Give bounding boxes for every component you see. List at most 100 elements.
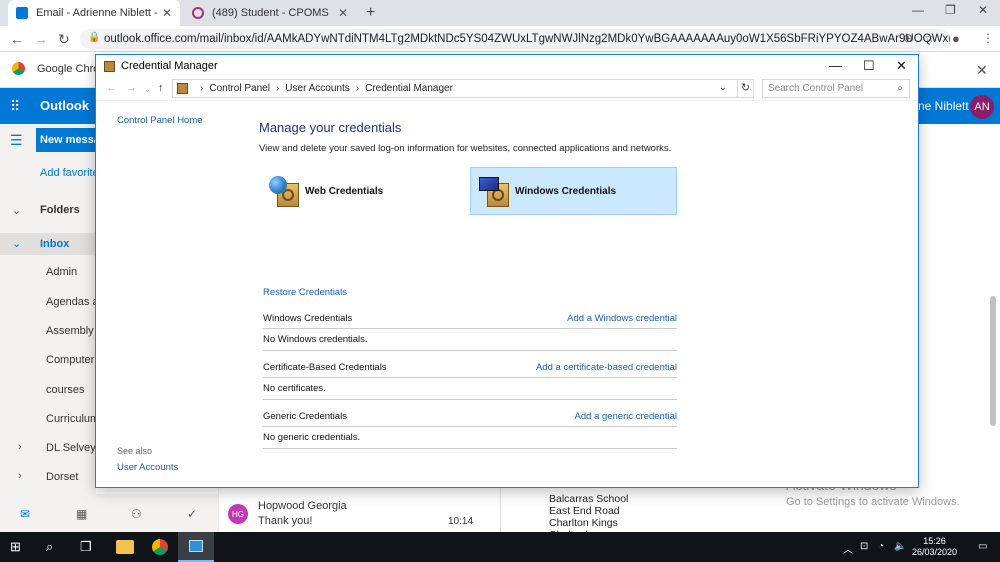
notifications-icon[interactable]: ▭ [978,541,987,552]
address-line: East End Road [549,505,620,517]
chevron-right-icon[interactable]: › [18,441,22,453]
control-panel-home-link[interactable]: Control Panel Home [117,115,203,126]
folder-item[interactable]: Assembly [46,325,102,337]
close-tab-icon[interactable]: ✕ [162,6,172,20]
taskbar: ⊞ ⌕ ❐ ︿ ⊡ ◔ 🔈 15:26 26/03/2020 ▭ [0,532,1000,562]
todo-check-icon[interactable]: ✓ [187,507,197,521]
maximize-icon[interactable]: ☐ [863,58,875,74]
sidebar-item-inbox[interactable]: ⌄ Inbox [0,233,96,255]
reload-icon[interactable]: ↻ [58,31,70,48]
window-titlebar: Credential Manager [96,55,918,77]
wifi-icon[interactable]: ◔ [878,541,884,552]
refresh-icon[interactable]: ↻ [738,79,754,98]
minimize-icon[interactable]: — [829,58,842,73]
task-view-icon[interactable]: ❐ [80,539,92,555]
bookmark-google-chrome[interactable]: Google Chrome [12,62,95,75]
tab-cpoms[interactable]: (489) Student - CPOMS ✕ [184,0,356,26]
folder-item[interactable]: Admin [46,266,102,278]
folders-label[interactable]: Folders [40,204,96,216]
recent-chevron-icon[interactable]: ⌄ [144,85,151,94]
new-message-button[interactable]: New message [36,128,96,152]
breadcrumb-item[interactable]: Control Panel [209,83,270,94]
minimize-icon[interactable]: — [912,3,924,17]
folder-item[interactable]: Computer [46,354,102,366]
calendar-icon[interactable]: ▦ [76,507,87,521]
restore-icon[interactable]: ❐ [945,3,956,17]
folder-item[interactable]: Curriculum [46,413,102,425]
search-icon[interactable]: ⌕ [46,539,53,555]
breadcrumb-item[interactable]: Credential Manager [365,83,453,94]
profile-icon[interactable]: ● [952,31,960,46]
section-empty-text: No certificates. [263,378,677,400]
chevron-right-icon[interactable]: › [18,470,22,482]
message-time: 10:14 [448,516,474,527]
folder-item[interactable]: courses [46,384,102,396]
add-generic-credential-link[interactable]: Add a generic credential [575,411,677,422]
back-icon[interactable]: ← [10,31,24,47]
close-tab-icon[interactable]: ✕ [338,6,348,20]
forward-icon[interactable]: → [126,82,137,94]
volume-icon[interactable]: 🔈 [894,541,906,552]
section-empty-text: No generic credentials. [263,427,677,449]
folder-item[interactable]: Agendas and Minutes [46,296,102,308]
add-icon[interactable]: ⊕ [903,31,913,45]
address-bar[interactable]: 🔒 outlook.office.com/mail/inbox/id/AAMkA… [80,29,950,49]
chevron-down-icon[interactable]: ⌄ [12,204,21,217]
windows-start-icon[interactable]: ⊞ [10,539,21,555]
outlook-brand: Outlook [40,98,90,113]
tab-title: Email - Adrienne Niblett - Outlook [36,7,161,19]
module-switcher: ✉ ▦ ⚇ ✓ [0,494,218,532]
browser-toolbar: ← → ↻ 🔒 outlook.office.com/mail/inbox/id… [0,26,1000,52]
breadcrumb[interactable]: › Control Panel › User Accounts › Creden… [172,79,738,98]
search-placeholder: Search Control Panel [768,83,864,94]
up-icon[interactable]: ↑ [158,82,164,94]
breadcrumb-item[interactable]: User Accounts [285,83,349,94]
people-icon[interactable]: ⚇ [131,507,142,521]
cpoms-favicon-icon [192,7,204,19]
hamburger-menu-icon[interactable]: ☰ [10,132,23,149]
credential-manager-icon [104,60,115,72]
tab-outlook[interactable]: Email - Adrienne Niblett - Outlook ✕ [8,0,180,26]
avatar[interactable]: AN [970,95,994,119]
mail-icon[interactable]: ✉ [20,507,30,521]
windows-credentials-tile[interactable]: Windows Credentials [470,167,677,215]
user-name: ne Niblett [918,99,969,113]
section-header: Generic Credentials Add a generic creden… [263,411,677,427]
search-icon: ⌕ [897,83,903,94]
web-credentials-tile[interactable]: Web Credentials [259,167,459,215]
chrome-icon[interactable] [152,539,168,555]
search-input[interactable]: Search Control Panel ⌕ [762,79,910,98]
scrollbar[interactable] [990,296,996,426]
forward-icon[interactable]: → [34,31,48,47]
menu-kebab-icon[interactable]: ⋮ [982,31,994,45]
breadcrumb-separator-icon: › [200,83,204,94]
folder-item[interactable]: DL Selvey 2 [46,442,102,454]
add-windows-credential-link[interactable]: Add a Windows credential [567,313,677,324]
credential-manager-window: Credential Manager — ☐ ✕ ← → ⌄ ↑ › Contr… [95,54,919,488]
bookmark-star-icon[interactable]: ☆ [924,31,935,45]
activate-subtitle: Go to Settings to activate Windows. [786,496,960,508]
url-text: outlook.office.com/mail/inbox/id/AAMkADY… [104,33,950,45]
add-favorite-link[interactable]: Add favorite [40,167,96,179]
windows-credentials-icon [477,173,513,209]
clock[interactable]: 15:26 26/03/2020 [912,536,957,558]
see-also-label: See also [117,446,153,456]
add-certificate-credential-link[interactable]: Add a certificate-based credential [536,362,677,373]
close-window-icon[interactable]: ✕ [896,58,907,74]
back-icon[interactable]: ← [106,82,117,94]
folder-item[interactable]: Dorset [46,471,102,483]
tray-chevron-icon[interactable]: ︿ [843,541,853,556]
inbox-label: Inbox [40,238,70,250]
app-launcher-icon[interactable]: ⠿ [10,98,20,115]
tab-title: (489) Student - CPOMS [212,7,329,19]
chevron-down-icon[interactable]: ⌄ [12,237,21,250]
restore-credentials-link[interactable]: Restore Credentials [263,287,347,298]
new-tab-button[interactable]: + [366,4,375,22]
user-accounts-link[interactable]: User Accounts [117,462,178,473]
close-infobar-icon[interactable]: ✕ [976,62,988,79]
network-icon[interactable]: ⊡ [860,541,868,552]
address-dropdown-icon[interactable]: ⌄ [719,82,727,93]
file-explorer-icon[interactable] [116,540,134,554]
close-window-icon[interactable]: ✕ [978,3,988,17]
section-title: Windows Credentials [263,313,353,324]
